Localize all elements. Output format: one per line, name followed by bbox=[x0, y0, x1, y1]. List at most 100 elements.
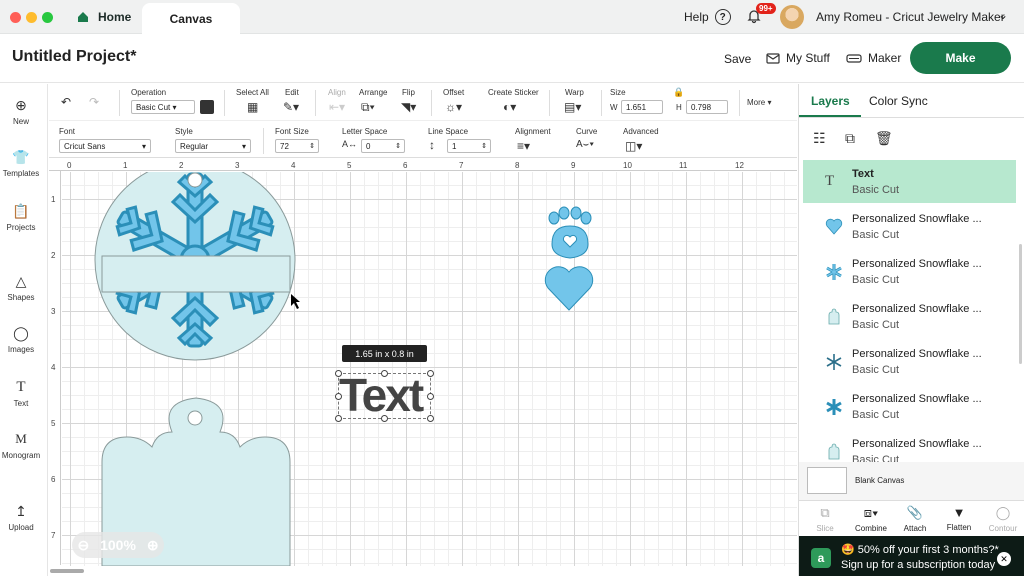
operation-select[interactable]: Basic Cut ▾ bbox=[131, 100, 195, 114]
project-header: Untitled Project* Save My Stuff Maker Ma… bbox=[0, 35, 1024, 83]
horizontal-scrollbar[interactable] bbox=[50, 569, 84, 573]
more-button[interactable]: More ▾ bbox=[747, 98, 771, 107]
offset-icon[interactable]: ☼▾ bbox=[445, 100, 462, 114]
tab-layers[interactable]: Layers bbox=[811, 94, 850, 108]
stepper-icon[interactable]: ⇕ bbox=[395, 142, 401, 150]
help-button[interactable]: Help? bbox=[684, 9, 731, 25]
width-label: W bbox=[610, 103, 618, 112]
images-button[interactable]: ◯ Images bbox=[0, 324, 42, 354]
stepper-icon[interactable]: ⇕ bbox=[309, 142, 315, 150]
machine-button[interactable]: Maker bbox=[846, 51, 901, 65]
tab-canvas-label: Canvas bbox=[169, 11, 213, 26]
duplicate-icon[interactable]: ⧉ bbox=[845, 130, 855, 147]
heart-shape[interactable] bbox=[544, 266, 594, 311]
resize-handle[interactable] bbox=[427, 393, 434, 400]
resize-handle[interactable] bbox=[335, 415, 342, 422]
title-bar: Home Canvas Help? 99+ Amy Romeu - Cricut… bbox=[0, 0, 1024, 34]
layer-name: Personalized Snowflake ... bbox=[852, 348, 982, 360]
resize-handle[interactable] bbox=[427, 415, 434, 422]
lock-icon[interactable]: 🔒 bbox=[673, 87, 684, 98]
make-button[interactable]: Make bbox=[910, 42, 1011, 74]
flatten-label: Flatten bbox=[946, 523, 972, 532]
layer-item[interactable]: Personalized Snowflake ... Basic Cut bbox=[803, 205, 1016, 248]
trash-icon[interactable]: 🗑 bbox=[875, 130, 893, 147]
upload-icon: ↥ bbox=[15, 503, 27, 519]
maximize-window-button[interactable] bbox=[42, 12, 53, 23]
group-icon[interactable]: ☷ bbox=[813, 130, 826, 147]
minimize-window-button[interactable] bbox=[26, 12, 37, 23]
color-swatch[interactable] bbox=[200, 100, 214, 114]
arrange-icon[interactable]: ⧉▾ bbox=[361, 100, 375, 115]
design-canvas[interactable] bbox=[62, 172, 797, 566]
text-object[interactable]: Text bbox=[335, 369, 434, 422]
monogram-button[interactable]: M Monogram bbox=[0, 430, 42, 460]
layer-item[interactable]: Personalized Snowflake ... Basic Cut bbox=[803, 250, 1016, 293]
chevron-down-icon[interactable]: ⌄ bbox=[998, 8, 1008, 22]
project-title[interactable]: Untitled Project* bbox=[12, 48, 136, 66]
advanced-icon[interactable]: ◫▾ bbox=[625, 139, 642, 153]
resize-handle[interactable] bbox=[427, 370, 434, 377]
undo-icon[interactable]: ↶ bbox=[61, 95, 71, 109]
upload-button[interactable]: ↥ Upload bbox=[0, 502, 42, 532]
projects-button[interactable]: 📋 Projects bbox=[0, 202, 42, 232]
layer-item[interactable]: T Text Basic Cut bbox=[803, 160, 1016, 203]
templates-button[interactable]: 👕 Templates bbox=[0, 148, 42, 178]
combine-button[interactable]: ⧈▾ Combine bbox=[849, 505, 893, 533]
promo-banner[interactable]: a 🤩 50% off your first 3 months?* Sign u… bbox=[799, 536, 1024, 576]
ruler-tick: 6 bbox=[403, 161, 408, 170]
blank-canvas-swatch[interactable] bbox=[807, 467, 847, 494]
layer-item[interactable]: Personalized Snowflake ... Basic Cut bbox=[803, 385, 1016, 428]
paw-print-shape[interactable] bbox=[548, 206, 592, 259]
curve-icon[interactable]: A⌣▾ bbox=[576, 139, 594, 150]
layer-type: Basic Cut bbox=[852, 409, 900, 421]
close-window-button[interactable] bbox=[10, 12, 21, 23]
shapes-button[interactable]: △ Shapes bbox=[0, 272, 42, 302]
font-select[interactable]: Cricut Sans ▾ bbox=[59, 139, 151, 153]
name-band[interactable] bbox=[101, 255, 291, 293]
redo-icon[interactable]: ↷ bbox=[89, 95, 99, 109]
zoom-control[interactable]: ⊖ 100% ⊕ bbox=[72, 532, 164, 558]
flip-icon[interactable]: ◥▾ bbox=[401, 100, 416, 114]
text-button[interactable]: T Text bbox=[0, 378, 42, 408]
letter-space-input[interactable]: 0 ⇕ bbox=[361, 139, 405, 153]
resize-handle[interactable] bbox=[381, 370, 388, 377]
sticker-icon[interactable]: ◐▾ bbox=[503, 100, 516, 114]
blank-canvas-row[interactable]: Blank Canvas bbox=[799, 462, 1024, 500]
tab-home[interactable]: Home bbox=[64, 0, 142, 34]
advanced-label: Advanced bbox=[623, 127, 659, 136]
style-select[interactable]: Regular ▾ bbox=[175, 139, 251, 153]
resize-handle[interactable] bbox=[335, 370, 342, 377]
height-value: 0.798 bbox=[691, 103, 712, 112]
zoom-out-icon[interactable]: ⊖ bbox=[77, 537, 89, 554]
contour-button[interactable]: ◯ Contour bbox=[981, 505, 1024, 533]
width-input[interactable]: 1.651 bbox=[621, 100, 663, 114]
font-size-input[interactable]: 72 ⇕ bbox=[275, 139, 319, 153]
text-align-icon[interactable]: ≡▾ bbox=[517, 139, 530, 153]
avatar[interactable] bbox=[780, 5, 804, 29]
layer-item[interactable]: Personalized Snowflake ... Basic Cut bbox=[803, 295, 1016, 338]
edit-label: Edit bbox=[285, 88, 299, 97]
attach-button[interactable]: 📎 Attach bbox=[893, 505, 937, 533]
close-icon[interactable]: ✕ bbox=[997, 552, 1011, 566]
my-stuff-button[interactable]: My Stuff bbox=[766, 51, 830, 65]
save-button[interactable]: Save bbox=[724, 52, 751, 66]
resize-handle[interactable] bbox=[381, 415, 388, 422]
stepper-icon[interactable]: ⇕ bbox=[481, 142, 487, 150]
height-input[interactable]: 0.798 bbox=[686, 100, 728, 114]
line-space-input[interactable]: 1 ⇕ bbox=[447, 139, 491, 153]
select-all-icon[interactable]: ▦ bbox=[247, 100, 258, 114]
align-icon[interactable]: ⇤▾ bbox=[329, 100, 345, 114]
slice-button[interactable]: ⧉ Slice bbox=[803, 505, 847, 533]
layer-item[interactable]: Personalized Snowflake ... Basic Cut bbox=[803, 340, 1016, 383]
tab-color-sync[interactable]: Color Sync bbox=[869, 94, 928, 108]
layers-scrollbar[interactable] bbox=[1019, 244, 1022, 364]
warp-icon[interactable]: ▤▾ bbox=[564, 100, 581, 114]
flatten-button[interactable]: ▼ Flatten bbox=[937, 505, 981, 532]
new-button[interactable]: ⊕ New bbox=[0, 96, 42, 126]
left-toolbar: ⊕ New 👕 Templates 📋 Projects △ Shapes ◯ Image… bbox=[0, 84, 48, 576]
resize-handle[interactable] bbox=[335, 393, 342, 400]
tab-canvas[interactable]: Canvas bbox=[142, 3, 240, 34]
user-name[interactable]: Amy Romeu - Cricut Jewelry Maker bbox=[816, 10, 1005, 24]
zoom-in-icon[interactable]: ⊕ bbox=[147, 537, 159, 554]
pen-icon[interactable]: ✎▾ bbox=[283, 100, 299, 114]
